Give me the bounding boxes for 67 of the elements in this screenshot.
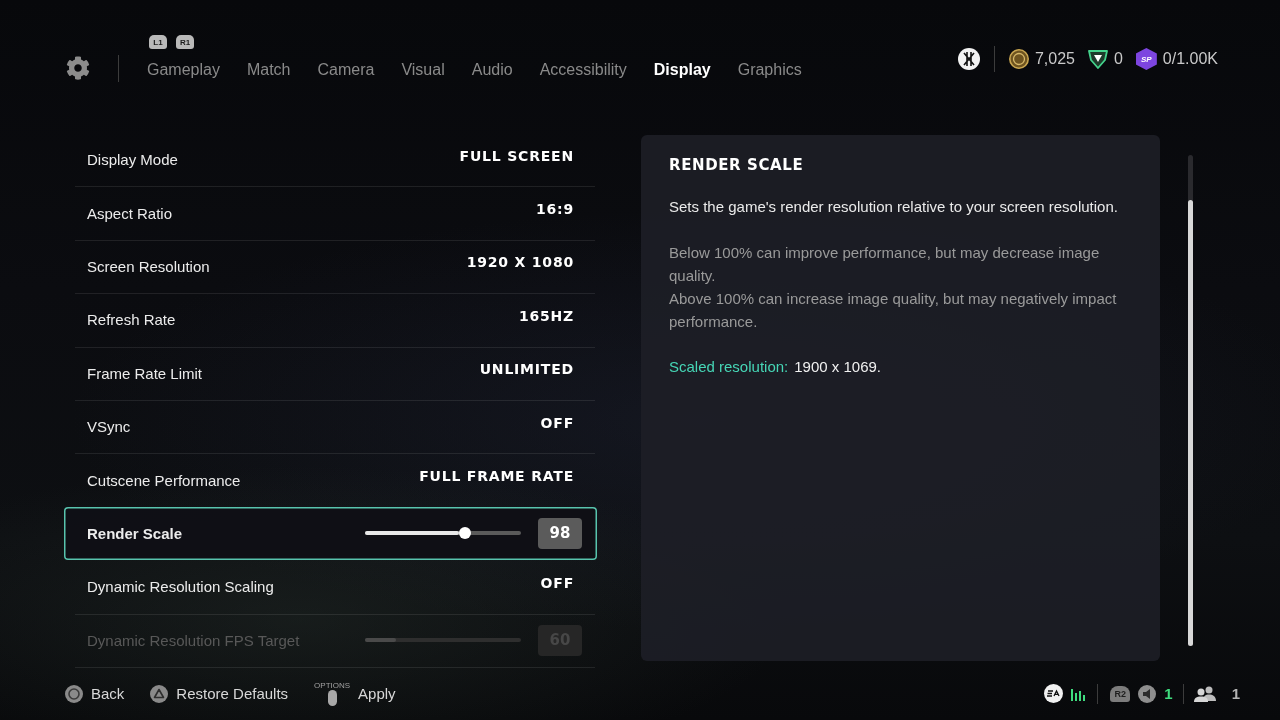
triangle-button-icon	[150, 684, 169, 703]
scaled-resolution-label: Scaled resolution:	[669, 357, 789, 377]
setting-row[interactable]: Dynamic Resolution Scaling OFF	[64, 560, 597, 614]
currency-amount: 0	[1113, 50, 1123, 68]
setting-row[interactable]: Cutscene Performance FULL FRAME RATE	[64, 453, 597, 507]
setting-label: Screen Resolution	[87, 257, 211, 275]
currency-amount: 0/1.00K	[1162, 50, 1218, 68]
coin-icon	[1008, 49, 1029, 69]
setting-value: 1920 X 1080	[466, 254, 574, 271]
scaled-resolution-value: 1900 x 1069.	[794, 357, 881, 377]
setting-label: Render Scale	[87, 524, 184, 542]
setting-value: OFF	[540, 414, 574, 431]
setting-value: UNLIMITED	[479, 361, 574, 378]
hint-button[interactable]: Restore Defaults	[150, 684, 289, 703]
setting-value: FULL FRAME RATE	[419, 468, 574, 485]
setting-row[interactable]: Screen Resolution 1920 X 1080	[64, 239, 597, 294]
setting-row[interactable]: Frame Rate Limit UNLIMITED	[64, 346, 597, 400]
bumper-badge: R1	[176, 35, 194, 49]
tab[interactable]: Camera	[317, 61, 375, 79]
setting-row[interactable]: Display Mode FULL SCREEN	[64, 133, 597, 187]
pill-button-icon	[327, 689, 337, 706]
setting-label: Aspect Ratio	[87, 204, 174, 222]
slider-thumb[interactable]	[458, 527, 471, 540]
hint-button[interactable]: OPTIONS Apply	[314, 681, 396, 706]
circle-logo-icon	[1044, 684, 1064, 703]
setting-label: Display Mode	[87, 151, 179, 169]
setting-value: FULL SCREEN	[459, 147, 574, 164]
emblem-icon	[957, 48, 980, 70]
tab[interactable]: Accessibility	[539, 61, 627, 79]
setting-label: Dynamic Resolution Scaling	[87, 578, 275, 596]
bumper-badge: L1	[149, 35, 167, 49]
tab[interactable]: Graphics	[737, 61, 802, 79]
tab[interactable]: Visual	[401, 61, 445, 79]
setting-label: Refresh Rate	[87, 311, 177, 329]
tab[interactable]: Gameplay	[147, 61, 220, 79]
setting-label: VSync	[87, 418, 132, 436]
button-caption: OPTIONS	[314, 681, 351, 690]
hint-button[interactable]: Back	[65, 684, 125, 703]
setting-value: 165HZ	[518, 307, 574, 324]
setting-value: OFF	[540, 574, 574, 591]
setting-value: 16:9	[535, 201, 574, 218]
shield-icon	[1087, 49, 1108, 69]
setting-label: Dynamic Resolution FPS Target	[87, 631, 301, 649]
setting-row[interactable]: VSync OFF	[64, 399, 597, 454]
setting-row[interactable]: Aspect Ratio 16:9	[64, 186, 597, 240]
description-text: Above 100% can increase image quality, but may negatively impact performance.	[669, 289, 1118, 332]
tab[interactable]: Match	[246, 61, 291, 79]
panel-title: RENDER SCALE	[669, 155, 805, 175]
tab[interactable]: Display	[653, 61, 711, 79]
setting-row[interactable]: Refresh Rate 165HZ	[64, 293, 597, 347]
value-box: 98	[538, 517, 582, 549]
speaker-icon	[1138, 684, 1157, 703]
setting-row[interactable]: Render Scale 98	[64, 506, 597, 561]
people-icon	[1193, 685, 1216, 702]
setting-label: Cutscene Performance	[87, 471, 242, 489]
description-text: Below 100% can improve performance, but may decrease image quality.	[669, 243, 1101, 286]
voice-count: 1	[1164, 685, 1173, 702]
level-bars-icon	[1071, 686, 1086, 701]
tab[interactable]: Audio	[471, 61, 513, 79]
trigger-badge: R2	[1110, 685, 1131, 702]
party-count: 1	[1231, 685, 1240, 702]
setting-label: Frame Rate Limit	[87, 364, 204, 382]
settings-icon	[66, 56, 90, 80]
circle-button-icon	[65, 684, 83, 703]
hexagon-badge: SP	[1135, 48, 1157, 70]
description-text: Sets the game's render resolution relative to your screen resolution.	[669, 197, 1119, 217]
currency-amount: 7,025	[1034, 50, 1075, 68]
